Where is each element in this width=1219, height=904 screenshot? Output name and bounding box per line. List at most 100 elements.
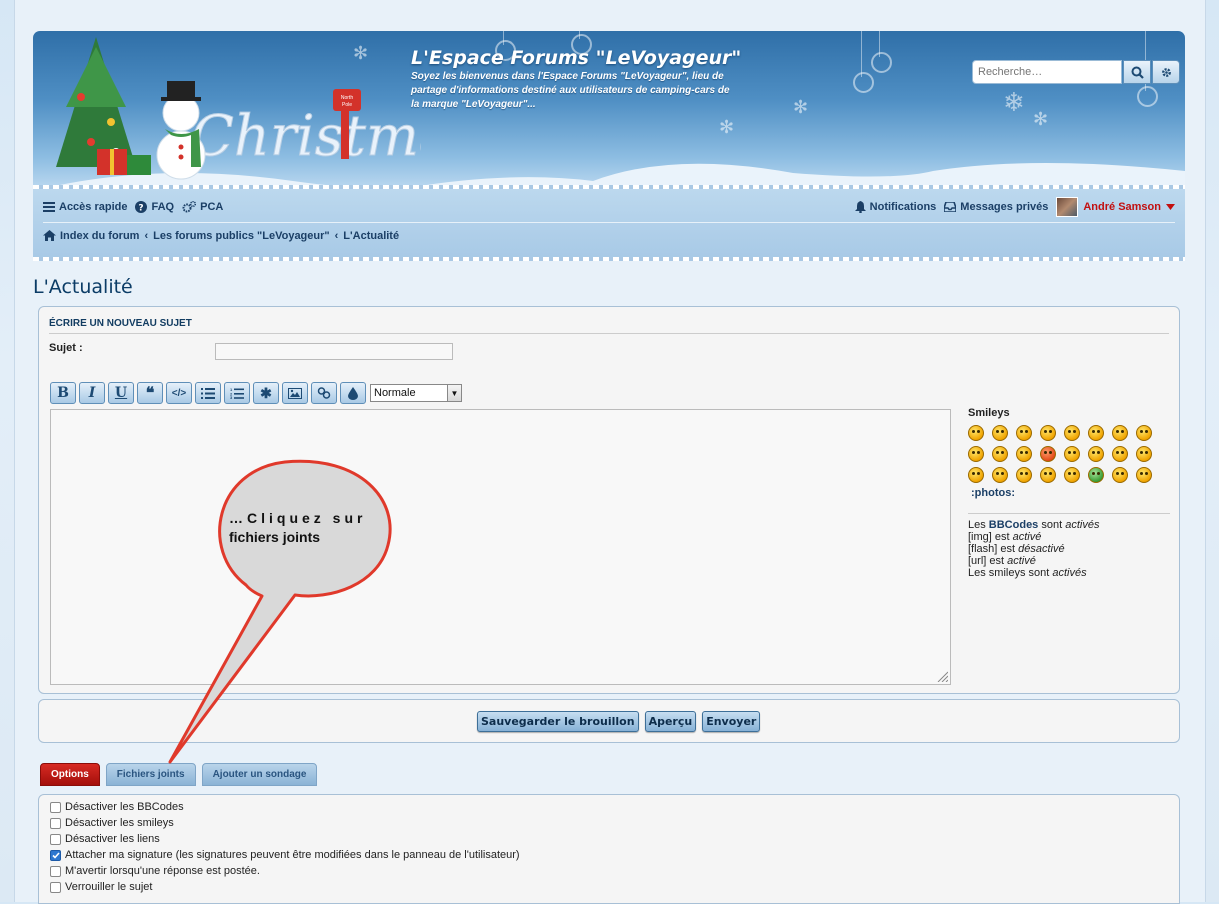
quote-button[interactable]: ❝: [137, 382, 163, 404]
list-icon: [201, 387, 215, 399]
numbered-list-button[interactable]: 123: [224, 382, 250, 404]
smiley-icon[interactable]: [1136, 446, 1152, 462]
tab-poll[interactable]: Ajouter un sondage: [201, 763, 318, 786]
italic-button[interactable]: I: [79, 382, 105, 404]
private-messages-link[interactable]: Messages privés: [944, 201, 1048, 213]
underline-button[interactable]: U: [108, 382, 134, 404]
smiley-icon[interactable]: [1064, 446, 1080, 462]
smiley-icon[interactable]: [992, 446, 1008, 462]
bold-button[interactable]: B: [50, 382, 76, 404]
smiley-icon[interactable]: [1112, 425, 1128, 441]
smiley-grid: [968, 425, 1172, 483]
smiley-icon[interactable]: [1088, 467, 1104, 483]
smiley-icon[interactable]: [1088, 425, 1104, 441]
notifications-link[interactable]: Notifications: [854, 201, 936, 213]
code-icon: </>: [171, 387, 187, 399]
smiley-icon[interactable]: [1136, 467, 1152, 483]
pca-link[interactable]: PCA: [182, 201, 223, 213]
link-button[interactable]: [311, 382, 337, 404]
option-disable-bbcode[interactable]: Désactiver les BBCodes: [50, 799, 1179, 815]
checkbox[interactable]: [50, 817, 61, 829]
divider: [49, 333, 1169, 334]
smiley-icon[interactable]: [1016, 425, 1032, 441]
smiley-icon[interactable]: [1088, 446, 1104, 462]
color-button[interactable]: [340, 382, 366, 404]
checkbox[interactable]: [50, 881, 61, 893]
quote-icon: ❝: [145, 385, 155, 402]
smiley-icon[interactable]: [1112, 446, 1128, 462]
checkbox[interactable]: [50, 801, 61, 813]
more-smileys-link[interactable]: :photos:: [971, 487, 1172, 499]
svg-text:3: 3: [230, 395, 233, 399]
smiley-icon[interactable]: [1064, 425, 1080, 441]
image-icon: [288, 387, 302, 399]
smiley-icon[interactable]: [992, 425, 1008, 441]
breadcrumb-home[interactable]: Index du forum: [43, 230, 139, 242]
search-input[interactable]: [972, 60, 1122, 84]
smiley-icon[interactable]: [968, 446, 984, 462]
navbar-bottom-edge: [33, 257, 1185, 261]
subject-input[interactable]: [215, 343, 453, 360]
font-size-select[interactable]: Normale ▼: [370, 384, 462, 402]
bbcode-status-line: Les BBCodes sont activés: [968, 519, 1100, 531]
snowflake-icon: ✻: [1033, 109, 1049, 129]
tab-attachments[interactable]: Fichiers joints: [105, 763, 196, 786]
image-button[interactable]: [282, 382, 308, 404]
code-button[interactable]: </>: [166, 382, 192, 404]
smiley-icon[interactable]: [1040, 467, 1056, 483]
smiley-icon[interactable]: [992, 467, 1008, 483]
svg-text:Christmas: Christmas: [191, 104, 421, 169]
smiley-icon[interactable]: [968, 425, 984, 441]
breadcrumb: Index du forum ‹ Les forums publics "LeV…: [43, 222, 1175, 248]
smiley-icon[interactable]: [1040, 425, 1056, 441]
snowflake-icon: ❄: [1003, 87, 1025, 117]
smiley-icon[interactable]: [1112, 467, 1128, 483]
option-notify-reply[interactable]: M'avertir lorsqu'une réponse est postée.: [50, 863, 1179, 879]
smiley-icon[interactable]: [1016, 446, 1032, 462]
flash-status-line: [flash] est désactivé: [968, 543, 1065, 555]
submit-button[interactable]: Envoyer: [702, 711, 761, 732]
option-disable-links[interactable]: Désactiver les liens: [50, 831, 1179, 847]
quick-access-link[interactable]: Accès rapide: [43, 201, 127, 213]
option-lock-topic[interactable]: Verrouiller le sujet: [50, 879, 1179, 895]
smiley-icon[interactable]: [1136, 425, 1152, 441]
bbcodes-link[interactable]: BBCodes: [989, 519, 1039, 531]
smiley-icon[interactable]: [1040, 446, 1056, 462]
site-header: ✻ ✻ ❄ ✻ ✻ Christmas North Pole L'Espace …: [33, 31, 1185, 261]
submit-panel: Sauvegarder le brouillon Aperçu Envoyer: [38, 699, 1180, 743]
panel-title: ÉCRIRE UN NOUVEAU SUJET: [49, 318, 192, 329]
breadcrumb-current-forum[interactable]: L'Actualité: [343, 230, 399, 242]
caret-down-icon: [1166, 204, 1175, 210]
checkbox[interactable]: [50, 849, 61, 861]
message-textarea[interactable]: [50, 409, 951, 685]
smileys-box: Smileys :photos:: [968, 407, 1172, 499]
home-icon: [43, 230, 56, 241]
subject-label: Sujet :: [49, 342, 83, 354]
smiley-icon[interactable]: [1064, 467, 1080, 483]
smileys-status-line: Les smileys sont activés: [968, 567, 1087, 579]
option-attach-signature[interactable]: Attacher ma signature (les signatures pe…: [50, 847, 1179, 863]
checkbox[interactable]: [50, 865, 61, 877]
resize-handle-icon[interactable]: [936, 670, 948, 682]
smiley-icon[interactable]: [968, 467, 984, 483]
options-list: Désactiver les BBCodes Désactiver les sm…: [39, 795, 1179, 895]
faq-link[interactable]: ? FAQ: [135, 201, 174, 213]
svg-text:North: North: [341, 95, 353, 101]
advanced-search-button[interactable]: [1152, 60, 1180, 84]
breadcrumb-separator: ‹: [144, 229, 149, 242]
list-item-button[interactable]: ✱: [253, 382, 279, 404]
page-title[interactable]: L'Actualité: [33, 276, 133, 298]
save-draft-button[interactable]: Sauvegarder le brouillon: [477, 711, 639, 732]
user-menu[interactable]: André Samson: [1056, 197, 1175, 217]
option-disable-smileys[interactable]: Désactiver les smileys: [50, 815, 1179, 831]
preview-button[interactable]: Aperçu: [644, 711, 697, 732]
chevron-down-icon: ▼: [447, 385, 461, 401]
search-button[interactable]: [1123, 60, 1151, 84]
breadcrumb-forum-group[interactable]: Les forums publics "LeVoyageur": [153, 230, 330, 242]
smiley-icon[interactable]: [1016, 467, 1032, 483]
list-button[interactable]: [195, 382, 221, 404]
italic-icon: I: [88, 385, 96, 401]
site-title[interactable]: L'Espace Forums "LeVoyageur": [411, 47, 741, 69]
checkbox[interactable]: [50, 833, 61, 845]
tab-options[interactable]: Options: [40, 763, 100, 786]
